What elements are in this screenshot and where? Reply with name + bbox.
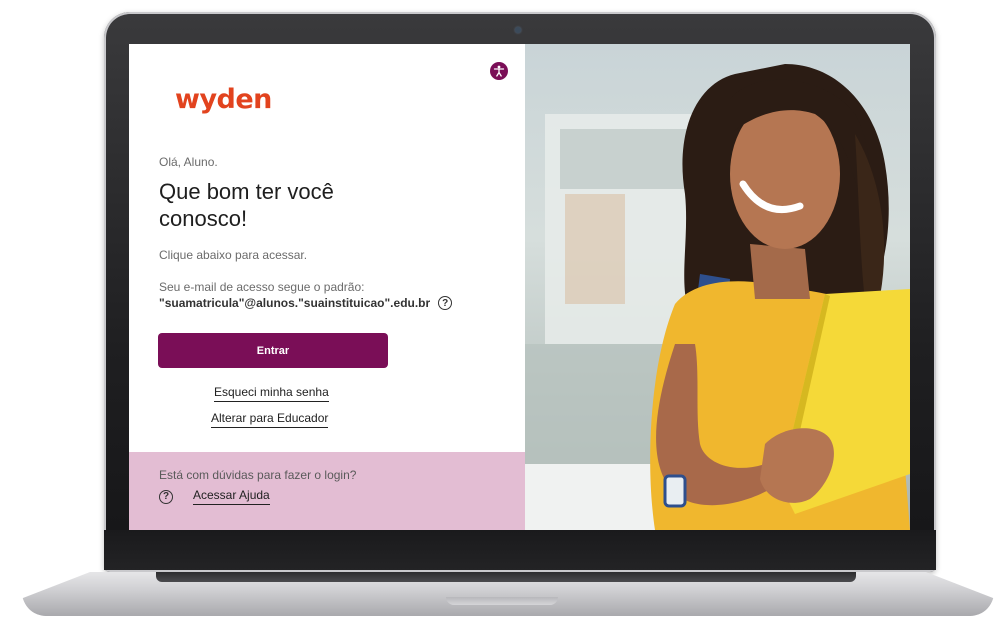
forgot-password-link[interactable]: Esqueci minha senha: [214, 385, 329, 402]
page-title: Que bom ter você conosco!: [159, 179, 334, 231]
laptop-hinge: [156, 572, 856, 582]
accessibility-icon[interactable]: [490, 62, 508, 80]
student-photo: [525, 44, 910, 530]
laptop-bottom-bezel: [104, 530, 936, 570]
laptop-notch: [446, 597, 558, 605]
greeting-text: Olá, Aluno.: [159, 155, 218, 169]
question-circle-icon: ?: [159, 489, 173, 504]
student-illustration: [525, 64, 910, 530]
email-pattern-text: "suamatricula"@alunos."suainstituicao".e…: [159, 296, 431, 310]
login-panel: wyden Olá, Aluno. Que bom ter você conos…: [129, 44, 525, 530]
email-pattern-row: "suamatricula"@alunos."suainstituicao".e…: [159, 296, 453, 310]
email-info-text: Seu e-mail de acesso segue o padrão:: [159, 280, 365, 294]
help-row: ? Acessar Ajuda: [159, 488, 270, 505]
question-circle-icon[interactable]: ?: [438, 296, 453, 310]
instruction-text: Clique abaixo para acessar.: [159, 248, 308, 262]
help-section: Está com dúvidas para fazer o login? ? A…: [129, 452, 525, 530]
enter-button[interactable]: Entrar: [158, 333, 388, 368]
switch-to-educator-link[interactable]: Alterar para Educador: [211, 411, 329, 428]
help-question-text: Está com dúvidas para fazer o login?: [159, 468, 357, 482]
webcam: [515, 27, 521, 33]
help-link[interactable]: Acessar Ajuda: [193, 488, 270, 505]
wyden-logo: wyden: [175, 84, 272, 115]
laptop-screen: wyden Olá, Aluno. Que bom ter você conos…: [129, 44, 910, 530]
